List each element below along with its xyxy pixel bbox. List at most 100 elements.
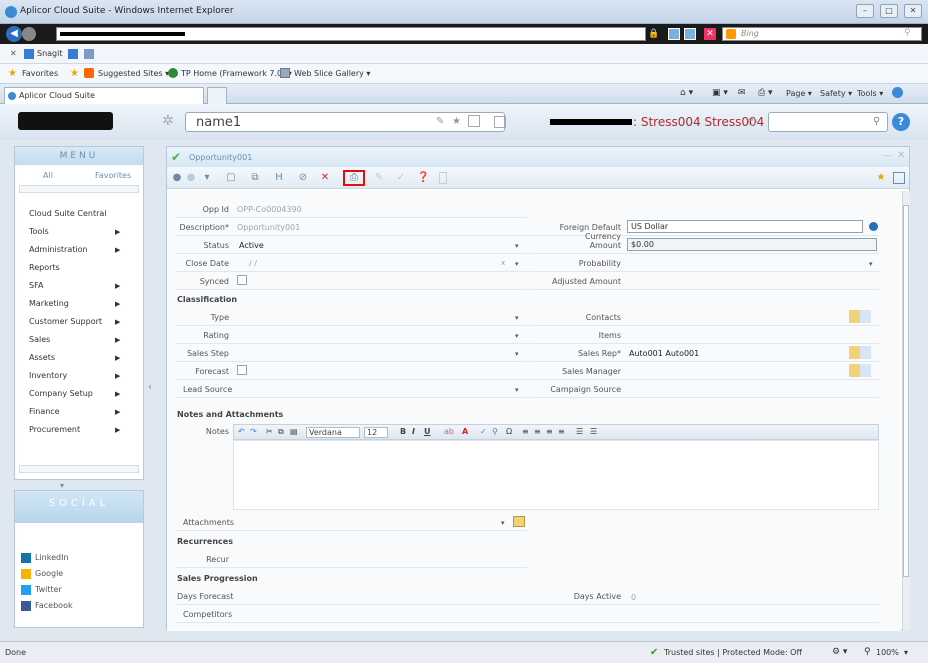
app-help-icon[interactable]: ? bbox=[892, 113, 910, 131]
menu-item-finance[interactable]: Finance ▶ bbox=[29, 403, 129, 421]
numbered-list-icon[interactable]: ☰ bbox=[590, 427, 597, 436]
new-window-icon[interactable] bbox=[494, 116, 506, 128]
minimize-panel-icon[interactable]: — bbox=[883, 151, 892, 161]
zoom-level[interactable]: 100% bbox=[876, 648, 899, 657]
menu-item-inventory[interactable]: Inventory ▶ bbox=[29, 367, 129, 385]
toolbar-more-icon[interactable] bbox=[439, 172, 447, 184]
menu-item-marketing[interactable]: Marketing ▶ bbox=[29, 295, 129, 313]
collapse-social-icon[interactable]: ▾ bbox=[60, 481, 64, 490]
favorites-button[interactable]: Favorites bbox=[22, 69, 58, 78]
attachments-dropdown-icon[interactable]: ▾ bbox=[501, 519, 505, 527]
font-select[interactable]: Verdana bbox=[306, 427, 360, 438]
font-size-select[interactable]: 12 bbox=[364, 427, 388, 438]
record-name-field[interactable]: name1 ✎ ★ bbox=[185, 112, 506, 132]
stop-icon[interactable]: ✕ bbox=[704, 28, 716, 40]
notes-editor-body[interactable] bbox=[233, 440, 879, 510]
bold-icon[interactable]: B bbox=[400, 427, 406, 436]
info-icon[interactable] bbox=[869, 222, 878, 231]
check-icon[interactable]: ✓ bbox=[395, 172, 407, 184]
menu-item-customer-support[interactable]: Customer Support ▶ bbox=[29, 313, 129, 331]
collapse-menu-icon[interactable]: ‹ bbox=[148, 382, 152, 393]
zoom-icon[interactable]: ⚲ bbox=[864, 647, 871, 657]
contacts-lookup-icon[interactable] bbox=[849, 310, 871, 323]
menu-item-sfa[interactable]: SFA ▶ bbox=[29, 277, 129, 295]
menu-item-cloud-suite-central[interactable]: Cloud Suite Central bbox=[29, 205, 129, 223]
bullet-list-icon[interactable]: ☰ bbox=[576, 427, 583, 436]
search-input[interactable]: Bing bbox=[722, 27, 922, 41]
close-panel-icon[interactable]: ✕ bbox=[897, 150, 905, 161]
type-dropdown-icon[interactable]: ▾ bbox=[515, 314, 519, 322]
amount-field[interactable]: $0.00 bbox=[627, 238, 877, 251]
menu-item-assets[interactable]: Assets ▶ bbox=[29, 349, 129, 367]
snagit-library-icon[interactable] bbox=[84, 49, 94, 59]
security-zone[interactable]: Trusted sites | Protected Mode: Off bbox=[664, 648, 802, 657]
copy-record-icon[interactable]: ⧉ bbox=[249, 172, 261, 184]
synced-checkbox[interactable] bbox=[237, 275, 247, 285]
menu-item-reports[interactable]: Reports bbox=[29, 259, 129, 277]
app-search-icon[interactable]: ⚲ bbox=[873, 116, 880, 127]
italic-icon[interactable]: I bbox=[412, 427, 415, 436]
edit-icon[interactable]: ✎ bbox=[373, 172, 385, 184]
feeds-icon[interactable]: ▣ ▾ bbox=[712, 88, 728, 98]
minimize-button[interactable]: – bbox=[856, 4, 874, 18]
zoom-dropdown-icon[interactable]: ▾ bbox=[904, 648, 908, 657]
page-menu[interactable]: Page ▾ bbox=[786, 89, 812, 98]
menu-scroll-down[interactable] bbox=[19, 465, 139, 473]
social-item-google[interactable]: Google bbox=[21, 567, 73, 583]
calendar-icon[interactable] bbox=[893, 172, 905, 184]
close-toolbar-icon[interactable]: ✕ bbox=[10, 49, 17, 58]
paste-icon[interactable]: ▤ bbox=[290, 427, 298, 436]
nav-previous-icon[interactable]: ● bbox=[171, 172, 183, 184]
mail-icon[interactable]: ✉ bbox=[738, 88, 746, 98]
form-scrollbar-thumb[interactable] bbox=[903, 205, 909, 577]
suggested-sites-link[interactable]: Suggested Sites ▾ bbox=[98, 69, 169, 78]
print-browser-icon[interactable]: ⎙ ▾ bbox=[758, 88, 773, 98]
bookmark-star-icon[interactable]: ★ bbox=[875, 172, 887, 184]
compat-view-icon[interactable] bbox=[668, 28, 680, 40]
menu-tab-favorites[interactable]: Favorites bbox=[95, 171, 131, 180]
tp-home-link[interactable]: TP Home (Framework 7.0) ▾ bbox=[181, 69, 292, 78]
status-dropdown-icon[interactable]: ▾ bbox=[515, 242, 519, 250]
social-item-facebook[interactable]: Facebook bbox=[21, 599, 73, 615]
protected-mode-icon[interactable]: ⚙ ▾ bbox=[832, 647, 847, 657]
new-record-icon[interactable]: ▢ bbox=[225, 172, 237, 184]
justify-icon[interactable]: ≡ bbox=[558, 427, 565, 436]
snagit-label[interactable]: Snagit bbox=[37, 49, 63, 58]
close-window-button[interactable]: ✕ bbox=[904, 4, 922, 18]
snagit-capture-icon[interactable] bbox=[68, 49, 78, 59]
copy-icon[interactable]: ⧉ bbox=[278, 427, 284, 437]
description-field[interactable]: Opportunity001 bbox=[237, 223, 300, 232]
browser-tab[interactable]: Aplicor Cloud Suite bbox=[4, 87, 204, 104]
date-dropdown-icon[interactable]: ▾ bbox=[515, 260, 519, 268]
forecast-checkbox[interactable] bbox=[237, 365, 247, 375]
delete-icon[interactable]: ✕ bbox=[319, 172, 331, 184]
safety-menu[interactable]: Safety ▾ bbox=[820, 89, 852, 98]
logout-icon[interactable]: ⏻ bbox=[748, 115, 757, 129]
menu-item-sales[interactable]: Sales ▶ bbox=[29, 331, 129, 349]
lead-source-dropdown-icon[interactable]: ▾ bbox=[515, 386, 519, 394]
align-left-icon[interactable]: ≡ bbox=[522, 427, 529, 436]
record-dropdown-button[interactable] bbox=[468, 115, 480, 127]
menu-tab-all[interactable]: All bbox=[43, 171, 53, 180]
spellcheck-icon[interactable]: ✓ bbox=[480, 427, 487, 436]
search-magnifier-icon[interactable]: ⚲ bbox=[904, 28, 911, 38]
tools-menu[interactable]: Tools ▾ bbox=[857, 89, 883, 98]
home-icon[interactable]: ⌂ ▾ bbox=[680, 88, 693, 98]
edit-name-icon[interactable]: ✎ bbox=[436, 116, 444, 127]
refresh-icon[interactable] bbox=[684, 28, 696, 40]
cancel-icon[interactable]: ⊘ bbox=[297, 172, 309, 184]
favorite-star-icon[interactable]: ★ bbox=[452, 116, 461, 127]
highlight-color-icon[interactable]: ab bbox=[444, 427, 454, 436]
social-item-twitter[interactable]: Twitter bbox=[21, 583, 73, 599]
probability-dropdown-icon[interactable]: ▾ bbox=[869, 260, 873, 268]
app-search-input[interactable]: ⚲ bbox=[768, 112, 888, 132]
underline-icon[interactable]: U bbox=[424, 427, 431, 436]
currency-field[interactable]: US Dollar bbox=[627, 220, 863, 233]
maximize-button[interactable]: □ bbox=[880, 4, 898, 18]
attach-folder-icon[interactable] bbox=[513, 516, 525, 527]
cut-icon[interactable]: ✂ bbox=[266, 427, 273, 436]
undo-icon[interactable]: ↶ bbox=[238, 427, 245, 436]
special-char-icon[interactable]: Ω bbox=[506, 427, 512, 436]
back-button[interactable]: ◀ bbox=[6, 26, 22, 42]
help-icon[interactable]: ❓ bbox=[417, 172, 429, 184]
